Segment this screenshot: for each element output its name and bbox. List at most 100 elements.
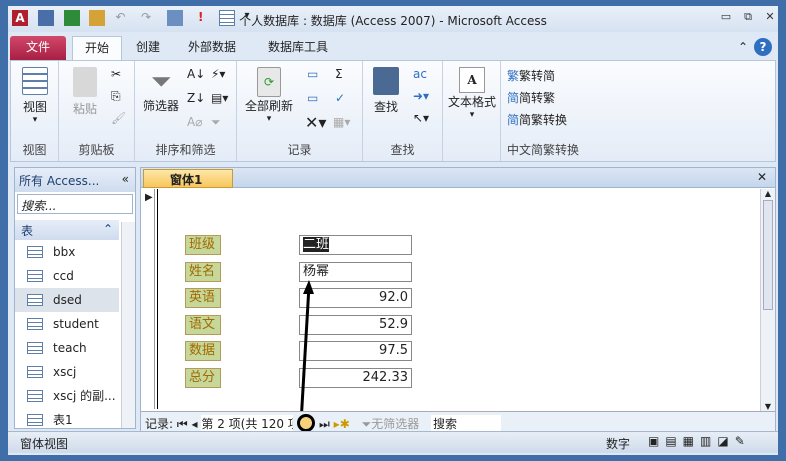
record-selector[interactable]: ▶ [141,189,155,409]
field-label: 总分 [185,368,221,388]
advanced-filter-icon[interactable]: ▤▾ [211,91,228,105]
view-label: 视图 [22,100,47,114]
vertical-scrollbar[interactable]: ▲ ▼ [760,189,775,411]
nav-item[interactable]: xscj [15,360,119,384]
record-search-input[interactable]: 搜索 [431,415,502,432]
table-icon [27,390,43,402]
binoculars-icon [373,67,399,95]
close-form-icon[interactable]: ✕ [757,170,767,184]
group-sort-filter: ⏷ 筛选器 A↓ Z↓ A⌀ ⚡▾ ▤▾ ⏷ 排序和筛选 [135,61,237,161]
nav-item[interactable]: student [15,312,119,336]
tab-external-data[interactable]: 外部数据 [178,36,246,60]
table-icon [27,294,43,306]
collapse-ribbon-icon[interactable]: ⌃ [736,36,750,60]
form-window: 窗体1 ✕ ▶ 班级 二班 姓名 杨幂 英语 92.0 语文 52.9 数据 9… [140,167,776,432]
simp-to-trad-button[interactable]: 简简转繁 [507,89,555,106]
text-format-label: 文本格式 [447,95,496,109]
no-filter-button[interactable]: ⏷无筛选器 [362,417,420,431]
nav-search-input[interactable]: 搜索... ⚲ [17,194,150,214]
more-icon[interactable]: ▦▾ [333,115,350,129]
tab-file[interactable]: 文件 [10,36,66,60]
field-label: 姓名 [185,262,221,282]
minimize-button[interactable]: ▭ [718,10,734,24]
first-record-button[interactable]: ⏮ [177,417,188,431]
filter-button[interactable]: ⏷ 筛选器 [139,67,183,114]
filter-label: 筛选器 [142,99,179,113]
table-icon [27,270,43,282]
paste-button[interactable]: 粘贴 [67,67,103,117]
group-label-find: 查找 [390,143,415,157]
nav-title[interactable]: 所有 Access... [19,174,99,188]
group-label-view: 视图 [22,143,47,157]
table-icon [27,414,43,426]
last-record-button[interactable]: ⏭ [319,417,330,431]
ribbon: 视图 ▾ 视图 粘贴 ✂ ⎘ 🖌 剪贴板 ⏷ 筛选器 A↓ Z↓ A⌀ ⚡▾ ▤▾… [10,60,776,162]
title-bar: A ↶ ↷ ! ▾ 个人数据库 : 数据库 (Access 2007) - Mi… [8,6,778,32]
tab-create[interactable]: 创建 [128,36,168,60]
status-view: 窗体视图 [20,437,69,451]
save-record-icon[interactable]: ▭ [307,91,318,105]
cut-icon[interactable]: ✂ [111,67,121,81]
group-label-sort: 排序和筛选 [155,143,216,157]
view-switcher[interactable]: ▣▤▦▥◪✎ [648,434,751,448]
nav-section-tables[interactable]: 表 ⌃ [15,220,119,240]
close-button[interactable]: ✕ [762,10,778,24]
refresh-icon: ⟳ [257,67,281,97]
refresh-all-button[interactable]: ⟳ 全部刷新 ▾ [243,67,295,124]
refresh-label: 全部刷新 [244,99,293,113]
collapse-nav-icon[interactable]: « [122,172,129,186]
text-format-button[interactable]: A 文本格式 ▾ [445,67,499,120]
group-chinese-conversion: 繁繁转简 简简转繁 简简繁转换 中文简繁转换 [501,61,585,161]
convert-button[interactable]: 简简繁转换 [507,111,567,128]
new-record-icon[interactable]: ▭ [307,67,318,81]
trad-to-simp-button[interactable]: 繁繁转简 [507,67,555,84]
restore-button[interactable]: ⧉ [740,10,756,24]
table-icon [27,366,43,378]
help-icon[interactable]: ? [754,38,772,56]
clear-sort-icon[interactable]: A⌀ [187,115,202,129]
group-label-clipboard: 剪贴板 [78,143,115,157]
delete-icon[interactable]: ✕▾ [305,113,326,132]
selection-filter-icon[interactable]: ⚡▾ [211,67,225,81]
form-tab[interactable]: 窗体1 [143,169,233,188]
record-label: 记录: [145,417,174,431]
replace-icon[interactable]: ac [413,67,427,81]
sort-ascending-icon[interactable]: A↓ [187,67,205,81]
status-bar: 窗体视图 数字 ▣▤▦▥◪✎ [8,431,778,453]
group-view: 视图 ▾ 视图 [11,61,59,161]
field-label: 语文 [185,315,221,335]
find-label: 查找 [373,100,398,114]
nav-header: 所有 Access... « [15,168,135,192]
next-record-button[interactable] [297,413,316,432]
tab-home[interactable]: 开始 [72,36,122,60]
nav-item[interactable]: teach [15,336,119,360]
group-label-chinese: 中文简繁转换 [506,143,579,157]
copy-icon[interactable]: ⎘ [111,89,121,104]
status-numlock: 数字 [606,437,631,451]
spelling-icon[interactable]: ✓ [335,91,345,105]
toggle-filter-icon[interactable]: ⏷ [211,115,221,130]
goto-icon[interactable]: ➜▾ [413,89,429,103]
format-painter-icon[interactable]: 🖌 [111,111,126,125]
prev-record-button[interactable]: ◂ [192,417,198,431]
navigation-pane: 所有 Access... « 搜索... ⚲ 表⌃ bbx ccd dsed s… [14,167,150,432]
group-find: 查找 ac ➜▾ ↖▾ 查找 [363,61,443,161]
field-label: 英语 [185,288,221,308]
paste-icon [73,67,97,97]
nav-item[interactable]: bbx [15,240,119,264]
totals-icon[interactable]: Σ [335,67,343,81]
nav-item[interactable]: dsed [15,288,119,312]
nav-item[interactable]: 表1 [15,408,119,432]
sort-descending-icon[interactable]: Z↓ [187,91,205,105]
new-record-button[interactable]: ▸✱ [334,417,350,431]
nav-scrollbar[interactable] [121,222,135,428]
tab-database-tools[interactable]: 数据库工具 [258,36,338,60]
nav-item[interactable]: xscj 的副... [15,384,119,408]
select-icon[interactable]: ↖▾ [413,111,429,125]
nav-item[interactable]: ccd [15,264,119,288]
group-text-format: A 文本格式 ▾ [443,61,501,161]
current-record-input[interactable]: 第 2 项(共 120 项) [201,415,294,432]
find-button[interactable]: 查找 [369,67,403,115]
view-button[interactable]: 视图 ▾ [17,67,53,125]
class-field[interactable]: 二班 [299,235,412,255]
